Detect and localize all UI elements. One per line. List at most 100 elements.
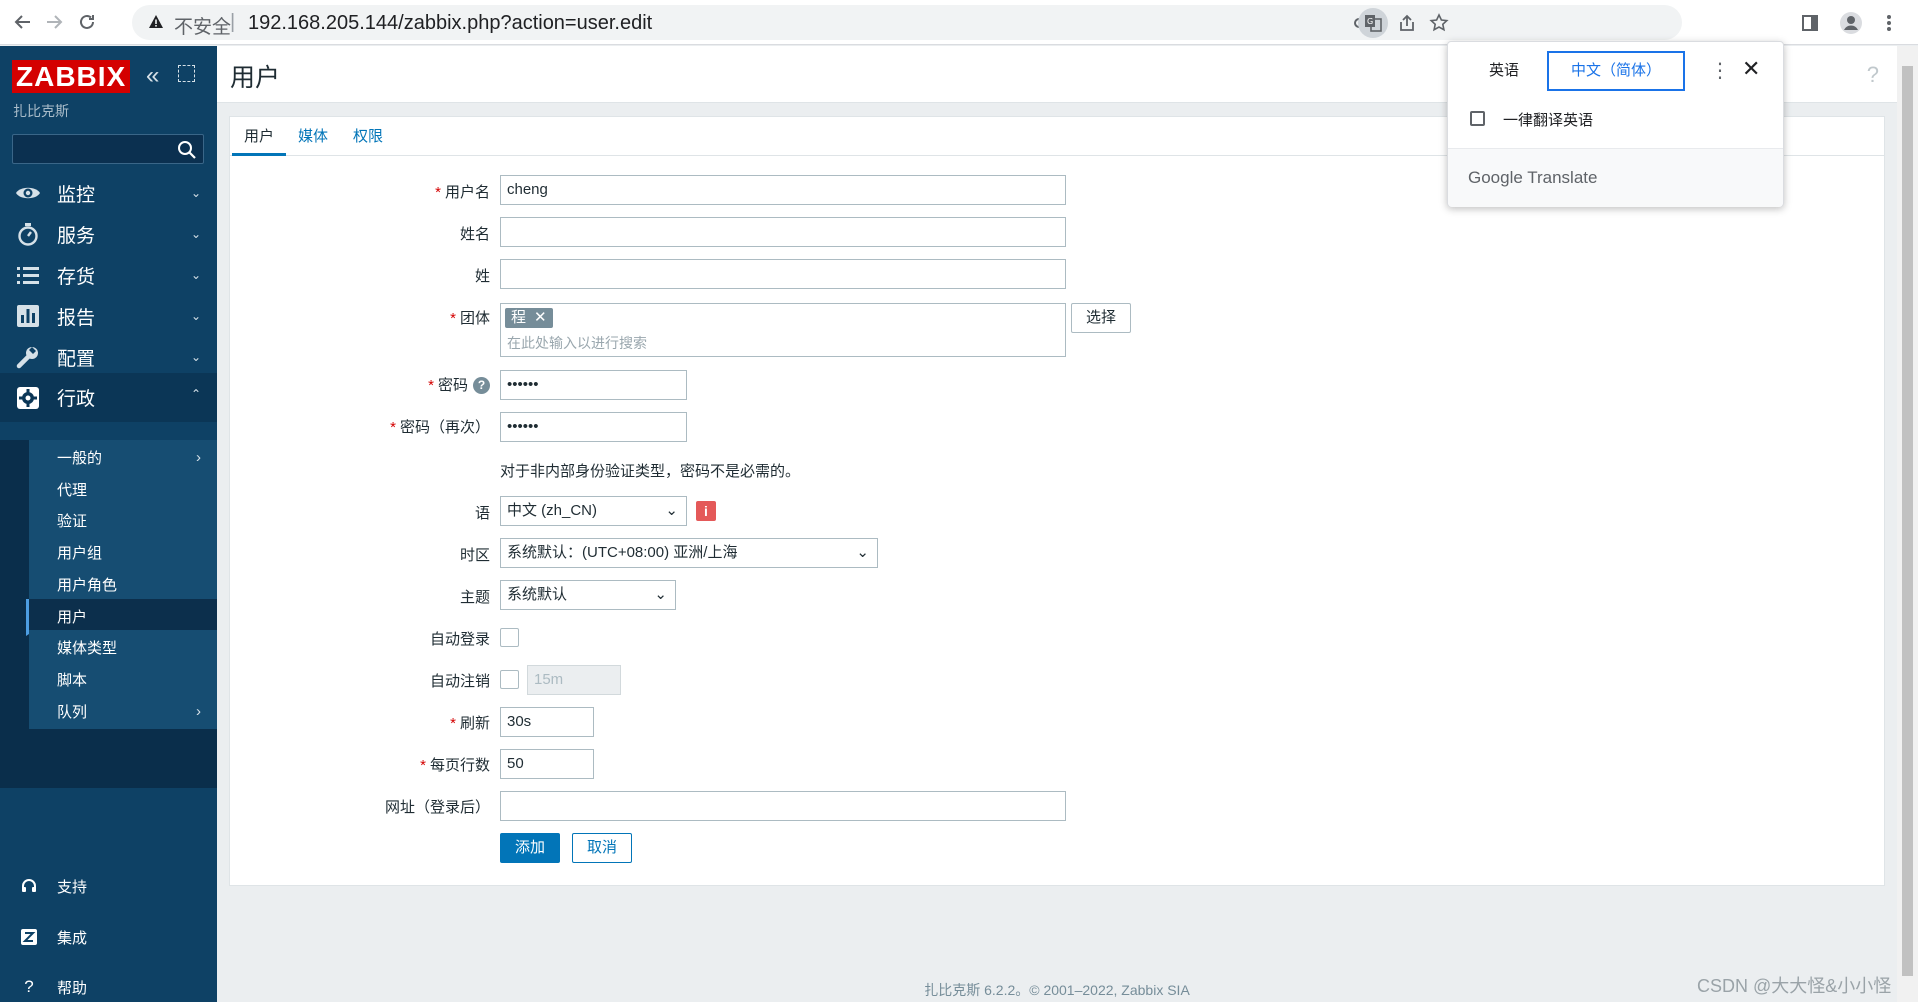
remove-chip-icon[interactable]: ✕ — [534, 308, 547, 328]
tab-user[interactable]: 用户 — [232, 117, 287, 156]
language-select[interactable]: 中文 (zh_CN) ⌄ — [500, 496, 687, 526]
translate-source-language[interactable]: 英语 — [1464, 51, 1544, 91]
always-translate-checkbox[interactable] — [1470, 111, 1485, 126]
tab-permissions[interactable]: 权限 — [341, 117, 395, 156]
address-bar[interactable]: 不安全 | 192.168.205.144/zabbix.php?action=… — [132, 5, 1682, 40]
sidebar: ZABBIX « 扎比克斯 监控 ⌄ 服务 ⌄ 存货 ⌄ 报告 ⌄ 配置 ⌄ 行… — [0, 46, 217, 1002]
close-icon[interactable]: ✕ — [1742, 56, 1760, 82]
zabbix-logo[interactable]: ZABBIX — [12, 60, 131, 93]
address-separator: | — [230, 11, 236, 33]
url-text[interactable]: 192.168.205.144/zabbix.php?action=user.e… — [248, 12, 652, 35]
chevron-down-icon: ⌄ — [190, 350, 201, 364]
sidebar-item-integrations[interactable]: 集成 — [0, 917, 217, 957]
chevron-down-icon: ⌄ — [856, 544, 869, 561]
bookmark-star-icon[interactable] — [1424, 8, 1454, 38]
autologin-checkbox[interactable] — [500, 628, 519, 647]
refresh-label: * 刷新 — [450, 715, 490, 732]
vertical-scrollbar[interactable] — [1897, 46, 1918, 1002]
browser-toolbar: 不安全 | 192.168.205.144/zabbix.php?action=… — [0, 0, 1918, 45]
autologout-checkbox[interactable] — [500, 670, 519, 689]
password-hint: 对于非内部身份验证类型，密码不是必需的。 — [500, 463, 801, 480]
group-chip: 程 ✕ — [505, 308, 553, 328]
translate-popup: 英语 中文（简体） ⋮ ✕ 一律翻译英语 Google Translate — [1447, 41, 1784, 207]
bar-chart-icon — [14, 302, 42, 330]
sidebar-search-input[interactable] — [12, 134, 204, 164]
collapse-sidebar-icon[interactable]: « — [146, 62, 159, 90]
chevron-down-icon: ⌄ — [190, 186, 201, 200]
sidebar-item-administration[interactable]: 行政 ⌃ — [0, 373, 217, 422]
browser-menu-icon[interactable] — [1876, 10, 1902, 36]
tab-media[interactable]: 媒体 — [286, 117, 340, 156]
username-label: * 用户名 — [435, 184, 490, 201]
google-translate-brand: Google Translate — [1468, 168, 1598, 187]
gear-icon — [14, 384, 42, 412]
question-icon: ? — [24, 977, 34, 996]
help-question-icon[interactable]: ? — [473, 376, 490, 394]
warning-icon — [149, 15, 163, 28]
more-options-icon[interactable]: ⋮ — [1710, 58, 1730, 83]
reload-icon[interactable] — [74, 9, 100, 35]
info-icon[interactable]: i — [696, 501, 716, 521]
theme-select[interactable]: 系统默认 ⌄ — [500, 580, 676, 610]
required-marker: * — [390, 419, 396, 436]
password-again-input[interactable]: •••••• — [500, 412, 687, 442]
required-marker: * — [450, 310, 456, 327]
required-marker: * — [420, 757, 426, 774]
url-after-login-label: 网址（登录后） — [384, 799, 490, 816]
side-panel-icon[interactable] — [1797, 10, 1823, 36]
search-icon[interactable] — [177, 140, 197, 160]
integrations-z-icon — [19, 929, 39, 945]
rows-per-page-input[interactable]: 50 — [500, 749, 594, 779]
groups-label: * 团体 — [450, 310, 490, 327]
translate-popup-footer: Google Translate — [1448, 148, 1783, 207]
svg-text:G: G — [1367, 17, 1373, 26]
help-icon[interactable]: ? — [1867, 62, 1879, 88]
timezone-select[interactable]: 系统默认：(UTC+08:00) 亚洲/上海 ⌄ — [500, 538, 878, 568]
surname-label: 姓 — [474, 268, 490, 285]
language-label: 语 — [474, 505, 490, 522]
required-marker: * — [450, 715, 456, 732]
translate-target-language[interactable]: 中文（简体） — [1547, 51, 1685, 91]
url-after-login-input[interactable] — [500, 791, 1066, 821]
translate-icon[interactable]: G — [1358, 8, 1388, 38]
scrollbar-thumb[interactable] — [1902, 66, 1913, 976]
refresh-input[interactable]: 30s — [500, 707, 594, 737]
submenu-item-queue[interactable]: 队列 › — [29, 694, 217, 731]
surname-input[interactable] — [500, 259, 1066, 289]
timezone-label: 时区 — [459, 547, 490, 564]
headset-icon — [19, 878, 39, 894]
username-input[interactable]: cheng — [500, 175, 1066, 205]
admin-submenu: 一般的 › 代理 验证 用户组 用户角色 用户 媒体类型 脚本 队列 › — [0, 440, 217, 788]
autologin-label: 自动登录 — [429, 631, 490, 648]
cancel-button[interactable]: 取消 — [572, 833, 632, 863]
add-button[interactable]: 添加 — [500, 833, 560, 863]
sidebar-item-help[interactable]: ? 帮助 — [0, 967, 217, 1002]
autologout-input[interactable]: 15m — [527, 665, 621, 695]
share-icon[interactable] — [1392, 8, 1422, 38]
forward-arrow-icon[interactable] — [41, 9, 67, 35]
groups-multiselect[interactable]: 程 ✕ 在此处输入以进行搜索 — [500, 303, 1066, 357]
chevron-down-icon: ⌄ — [665, 502, 678, 519]
sidebar-item-support[interactable]: 支持 — [0, 866, 217, 906]
chevron-up-icon: ⌃ — [190, 387, 201, 401]
watermark: CSDN @大大怪&小小怪 — [1697, 976, 1892, 996]
password-label: * 密码? — [360, 374, 490, 395]
password-input[interactable]: •••••• — [500, 370, 687, 400]
kiosk-mode-icon[interactable] — [178, 65, 195, 82]
theme-label: 主题 — [459, 589, 490, 606]
back-arrow-icon[interactable] — [10, 9, 36, 35]
required-marker: * — [435, 184, 441, 201]
security-label: 不安全 — [174, 17, 232, 38]
wrench-icon — [14, 343, 42, 371]
autologout-label: 自动注销 — [429, 673, 490, 690]
password-again-label: * 密码（再次） — [390, 419, 490, 436]
chevron-down-icon: ⌄ — [654, 586, 667, 603]
page-footer: 扎比克斯 6.2.2。© 2001–2022, Zabbix SIA — [924, 982, 1190, 998]
chevron-down-icon: ⌄ — [190, 227, 201, 241]
groups-search-placeholder[interactable]: 在此处输入以进行搜索 — [507, 333, 647, 353]
profile-avatar-icon[interactable] — [1838, 10, 1864, 36]
chevron-right-icon: › — [196, 703, 201, 720]
chevron-down-icon: ⌄ — [190, 268, 201, 282]
select-groups-button[interactable]: 选择 — [1071, 303, 1131, 333]
name-input[interactable] — [500, 217, 1066, 247]
